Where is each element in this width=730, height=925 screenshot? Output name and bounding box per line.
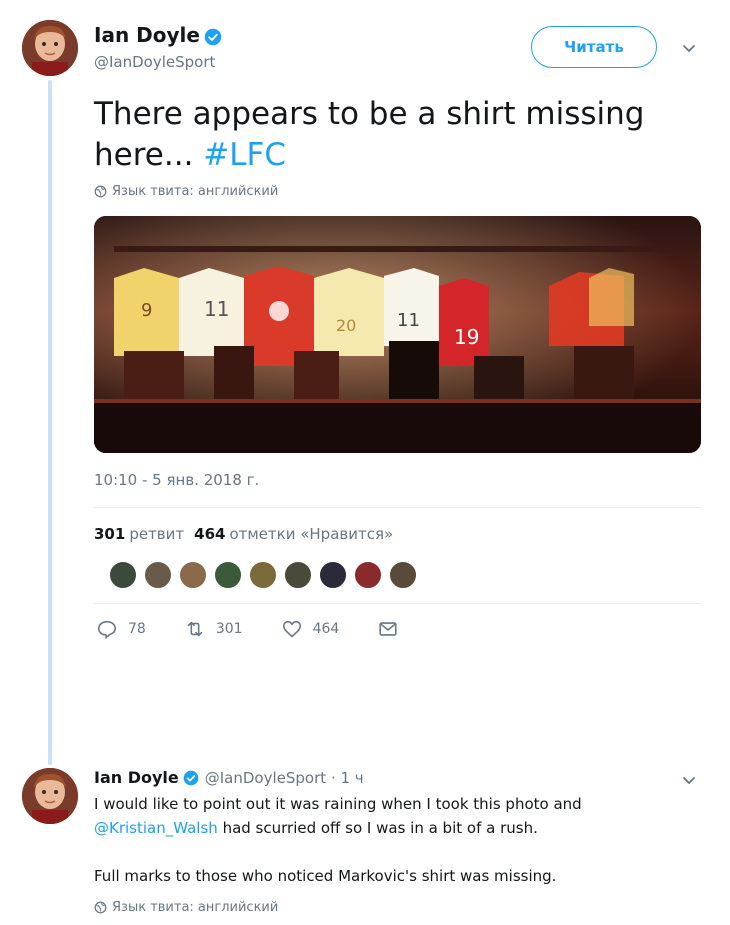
reply-text: I would like to point out it was raining… [94,792,694,888]
follow-button[interactable]: Читать [531,26,657,68]
likes-count: 464 [194,525,226,543]
liker-avatar[interactable] [318,560,348,590]
hashtag-link[interactable]: #LFC [203,137,286,173]
like-action[interactable]: 464 [281,618,340,640]
divider [94,603,701,604]
liker-avatar[interactable] [248,560,278,590]
reply-action[interactable]: 78 [96,618,146,640]
photo-jersey-number: 11 [397,310,420,331]
author-name-text[interactable]: Ian Doyle [94,23,200,47]
globe-icon [94,901,107,914]
liker-avatars [108,560,418,590]
tweet-photo[interactable]: 9 11 20 11 19 [94,216,701,453]
direct-message-action[interactable] [377,618,399,640]
reply-language[interactable]: Язык твита: английский [94,900,278,915]
liker-avatar[interactable] [143,560,173,590]
chevron-down-icon[interactable] [681,772,697,788]
retweets-stat[interactable]: 301 ретвит [94,525,184,543]
heart-icon [282,620,301,638]
photo-jersey-number: 11 [204,297,229,321]
reply-author-handle[interactable]: @IanDoyleSport [205,769,326,787]
likes-label: отметки «Нравится» [229,525,394,543]
photo-jersey-number: 19 [454,325,479,349]
chevron-down-icon[interactable] [681,40,697,56]
like-count: 464 [312,621,340,637]
reply-author-avatar[interactable] [22,768,78,824]
author-handle[interactable]: @IanDoyleSport [94,53,215,71]
liker-avatar[interactable] [213,560,243,590]
verified-badge-icon [204,28,222,45]
verified-badge-icon [183,770,199,785]
liker-avatar[interactable] [178,560,208,590]
likes-stat[interactable]: 464 отметки «Нравится» [194,525,393,543]
envelope-icon [379,622,397,636]
tweet-language[interactable]: Язык твита: английский [94,184,278,199]
tweet-actions: 78 301 464 [96,618,437,640]
liker-avatar[interactable] [353,560,383,590]
liker-avatar[interactable] [388,560,418,590]
reply-count: 78 [128,621,146,637]
retweet-icon [187,621,203,637]
liker-avatar[interactable] [283,560,313,590]
tweet-text-body: There appears to be a shirt missing here… [94,96,645,173]
photo-jersey-number: 9 [141,300,152,321]
engagement-stats: 301 ретвит 464 отметки «Нравится» [94,525,393,543]
reply-line-1: I would like to point out it was raining… [94,795,582,813]
divider [94,507,701,508]
tweet-timestamp[interactable]: 10:10 - 5 янв. 2018 г. [94,471,259,489]
reply-line-3: Full marks to those who noticed Markovic… [94,867,557,885]
globe-icon [94,185,107,198]
tweet-language-label: Язык твита: английский [112,184,279,199]
retweets-count: 301 [94,525,126,543]
reply-language-label: Язык твита: английский [112,900,279,915]
retweet-action[interactable]: 301 [184,618,243,640]
retweets-label: ретвит [129,525,185,543]
reply-header: Ian Doyle @IanDoyleSport · 1 ч [94,768,364,787]
mention-link[interactable]: @Kristian_Walsh [94,819,218,837]
reply-icon [97,620,117,639]
reply-time[interactable]: · 1 ч [331,769,364,787]
photo-jersey-number: 20 [336,316,356,335]
reply-line-2: @Kristian_Walsh had scurried off so I wa… [94,816,694,840]
author-name[interactable]: Ian Doyle [94,23,222,47]
tweet-text: There appears to be a shirt missing here… [94,94,694,176]
reply-author-name[interactable]: Ian Doyle [94,768,179,787]
reply-line-2-rest: had scurried off so I was in a bit of a … [217,819,538,837]
liker-avatar[interactable] [108,560,138,590]
retweet-count: 301 [215,621,243,637]
thread-connector-line [48,80,52,765]
author-avatar[interactable] [22,20,78,76]
